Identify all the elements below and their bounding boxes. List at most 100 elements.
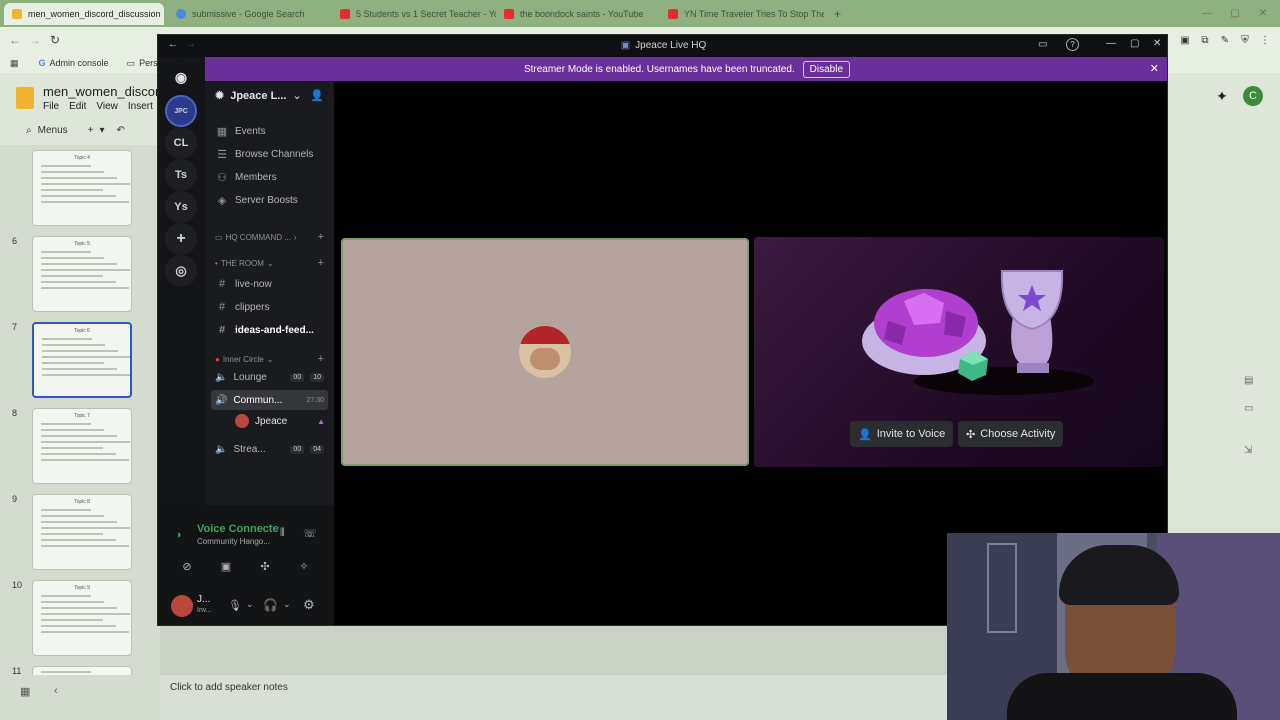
slide-thumbnail[interactable]: 7 Topic 6 bbox=[0, 322, 150, 402]
close-window-icon[interactable]: ✕ bbox=[1256, 6, 1270, 20]
explore-icon[interactable]: ◎ bbox=[165, 255, 197, 287]
settings-gear-icon[interactable]: ⚙ bbox=[303, 597, 315, 613]
browser-tab[interactable]: 5 Students vs 1 Secret Teacher - YouTub bbox=[332, 3, 496, 25]
slide-thumbnail[interactable]: 6 Topic 5 bbox=[0, 236, 150, 316]
browser-tab[interactable]: YN Time Traveler Tries To Stop The Te bbox=[660, 3, 824, 25]
new-tab-button[interactable]: + bbox=[826, 3, 846, 25]
voice-channel-lounge[interactable]: 🔈 Lounge 00 10 bbox=[211, 367, 328, 387]
activities-icon[interactable]: ✣ bbox=[252, 555, 278, 577]
sidebar-icon[interactable]: ▣ bbox=[1178, 33, 1192, 47]
voice-user-jpeace[interactable]: Jpeace ▲ bbox=[235, 414, 325, 428]
category-inner-circle[interactable]: ● Inner Circle ⌄ bbox=[215, 355, 273, 364]
slide-thumbnail[interactable]: Topic 4 bbox=[0, 150, 150, 230]
gemini-icon[interactable]: ✦ bbox=[1212, 86, 1232, 106]
help-icon[interactable]: ? bbox=[1066, 38, 1079, 51]
chevron-down-icon[interactable]: ⌄ bbox=[246, 599, 254, 610]
slide-thumbnail[interactable]: 8 Topic 7 bbox=[0, 408, 150, 488]
voice-channel-community[interactable]: 🔊 Commun... 27:30 bbox=[211, 390, 328, 410]
soundboard-icon[interactable]: ✧ bbox=[291, 555, 317, 577]
nav-server-boosts[interactable]: ◈ Server Boosts bbox=[215, 194, 298, 207]
media-icon[interactable]: ⧉ bbox=[1198, 33, 1212, 47]
slide-thumbnail[interactable]: 9 Topic 8 bbox=[0, 494, 150, 574]
maximize-icon[interactable]: ▢ bbox=[1228, 6, 1242, 20]
category-hq[interactable]: ▭ HQ COMMAND ... › bbox=[215, 233, 297, 242]
menu-view[interactable]: View bbox=[96, 101, 118, 112]
add-server-icon[interactable]: + bbox=[165, 223, 197, 255]
server-ts[interactable]: Ts bbox=[165, 159, 197, 191]
undo-icon[interactable]: ↶ bbox=[117, 125, 125, 136]
minimize-icon[interactable]: — bbox=[1200, 6, 1214, 20]
bookmark-admin[interactable]: G Admin console bbox=[39, 58, 109, 68]
panel-icon[interactable]: ▤ bbox=[1244, 375, 1253, 386]
add-channel-icon[interactable]: + bbox=[318, 231, 324, 243]
slide-card[interactable]: Topic 9 bbox=[32, 580, 132, 656]
noise-suppression-icon[interactable]: ⫴ bbox=[280, 527, 285, 540]
avatar[interactable] bbox=[171, 595, 193, 617]
menus-search[interactable]: Menus bbox=[38, 125, 68, 136]
menu-edit[interactable]: Edit bbox=[69, 101, 86, 112]
nav-events[interactable]: ▦ Events bbox=[215, 125, 266, 138]
reload-icon[interactable]: ↻ bbox=[48, 33, 62, 47]
headphones-icon[interactable]: 🎧 bbox=[263, 598, 278, 612]
dropdown-icon[interactable]: ▾ bbox=[99, 125, 104, 136]
server-jpeace-icon[interactable]: JPC bbox=[165, 95, 197, 127]
add-channel-icon[interactable]: + bbox=[318, 257, 324, 269]
nav-members[interactable]: ⚇ Members bbox=[215, 171, 277, 184]
channel-clippers[interactable]: # clippers bbox=[215, 301, 270, 313]
screen-share-icon[interactable]: ▣ bbox=[213, 555, 239, 577]
chevron-down-icon[interactable]: ⌄ bbox=[283, 599, 291, 610]
grid-view-icon[interactable]: ▦ bbox=[20, 685, 30, 698]
microphone-icon[interactable]: 🎙 bbox=[228, 599, 242, 612]
close-banner-icon[interactable]: ✕ bbox=[1150, 62, 1159, 75]
new-slide-icon[interactable]: + bbox=[88, 125, 94, 136]
invite-people-icon[interactable]: 👤 bbox=[310, 89, 324, 102]
invite-to-voice-button[interactable]: 👤 Invite to Voice bbox=[850, 421, 954, 447]
panel-icon[interactable]: ⇲ bbox=[1244, 445, 1252, 456]
doc-title[interactable]: men_women_discord bbox=[43, 84, 167, 99]
server-cl[interactable]: CL bbox=[165, 127, 197, 159]
menu-icon[interactable]: ⋮ bbox=[1258, 33, 1272, 47]
minimize-icon[interactable]: — bbox=[1106, 38, 1116, 49]
add-channel-icon[interactable]: + bbox=[318, 353, 324, 365]
voice-channel-stream[interactable]: 🔈 Strea... 00 04 bbox=[211, 439, 328, 459]
voice-channel-name[interactable]: Community Hango... bbox=[197, 537, 270, 546]
slide-title: Topic 5 bbox=[74, 241, 90, 247]
menu-file[interactable]: File bbox=[43, 101, 59, 112]
slide-card[interactable]: Topic 7 bbox=[32, 408, 132, 484]
channel-ideas[interactable]: # ideas-and-feed... bbox=[215, 324, 314, 336]
slide-card[interactable]: Topic 8 bbox=[32, 494, 132, 570]
back-icon[interactable]: ← bbox=[8, 33, 22, 47]
discord-home-icon[interactable]: ◉ bbox=[165, 61, 197, 93]
folder-icon[interactable]: ▭ bbox=[1244, 403, 1253, 414]
google-icon: G bbox=[38, 58, 46, 68]
disconnect-icon[interactable]: ☏ bbox=[303, 527, 317, 540]
shield-icon[interactable]: ⛨ bbox=[1238, 33, 1252, 47]
slide-card[interactable]: Topic 5 bbox=[32, 236, 132, 312]
youtube-favicon-icon bbox=[340, 9, 350, 19]
slide-card[interactable]: Topic 6 bbox=[32, 322, 132, 398]
inbox-icon[interactable]: ▭ bbox=[1038, 39, 1047, 50]
slide-thumbnail[interactable]: 10 Topic 9 bbox=[0, 580, 150, 660]
search-menus-icon[interactable]: ⌕ bbox=[26, 125, 32, 136]
browser-tab[interactable]: the boondock saints - YouTube bbox=[496, 3, 660, 25]
choose-activity-button[interactable]: ✣ Choose Activity bbox=[958, 421, 1064, 447]
category-the-room[interactable]: • THE ROOM ⌄ bbox=[215, 259, 274, 268]
apps-icon[interactable]: ▦ bbox=[10, 58, 19, 69]
forward-icon[interactable]: → bbox=[28, 33, 42, 47]
server-ys[interactable]: Ys bbox=[165, 191, 197, 223]
account-avatar[interactable]: C bbox=[1243, 86, 1263, 106]
nav-browse-channels[interactable]: ☰ Browse Channels bbox=[215, 148, 313, 161]
maximize-icon[interactable]: ▢ bbox=[1130, 38, 1139, 49]
server-header[interactable]: ✹ Jpeace L... ⌄ bbox=[215, 89, 302, 103]
participant-tile[interactable] bbox=[341, 238, 749, 466]
slide-card[interactable]: Topic 4 bbox=[32, 150, 132, 226]
browser-tab[interactable]: submissive - Google Search bbox=[168, 3, 332, 25]
close-window-icon[interactable]: ✕ bbox=[1153, 38, 1161, 49]
camera-off-icon[interactable]: ⊘ bbox=[174, 555, 200, 577]
browser-tab-active[interactable]: men_women_discord_discussion ✕ bbox=[4, 3, 164, 25]
collapse-icon[interactable]: ‹ bbox=[54, 685, 58, 697]
disable-streamer-button[interactable]: Disable bbox=[802, 60, 851, 78]
menu-insert[interactable]: Insert bbox=[128, 101, 153, 112]
edit-icon[interactable]: ✎ bbox=[1218, 33, 1232, 47]
channel-live-now[interactable]: # live-now bbox=[215, 278, 272, 290]
